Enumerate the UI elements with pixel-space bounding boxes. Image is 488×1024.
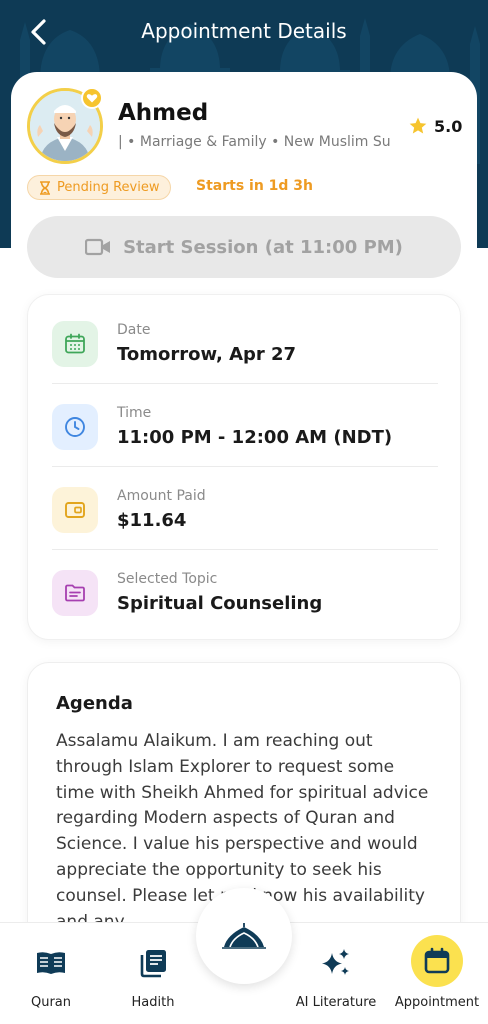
folder-icon: [52, 570, 98, 616]
detail-row-date: Date Tomorrow, Apr 27: [28, 295, 462, 378]
open-book-icon: [35, 943, 67, 983]
calendar-icon: [52, 321, 98, 367]
time-value: 11:00 PM - 12:00 AM (NDT): [117, 427, 393, 448]
nav-item-appointment[interactable]: Appointment: [388, 923, 486, 1024]
scholar-name: Ahmed: [118, 100, 209, 126]
star-icon: [409, 117, 427, 134]
sparkles-icon: [320, 943, 352, 983]
date-label: Date: [117, 322, 151, 338]
status-badge: Pending Review: [27, 175, 172, 200]
mosque-dome-icon: [222, 923, 266, 949]
starts-in-countdown: Starts in 1d 3h: [196, 178, 314, 194]
start-session-label: Start Session (at 11:00 PM): [123, 236, 403, 258]
clock-icon: [52, 404, 98, 450]
nav-item-hadith[interactable]: Hadith: [112, 923, 194, 1024]
time-label: Time: [117, 405, 152, 421]
status-text: Pending Review: [57, 180, 160, 195]
appointment-details-card: Date Tomorrow, Apr 27 Time 11:00 PM - 12…: [27, 294, 461, 640]
home-button[interactable]: [196, 888, 292, 984]
agenda-title: Agenda: [56, 693, 133, 714]
scholar-rating: 5.0: [408, 116, 462, 136]
calendar-icon: [411, 935, 463, 987]
books-icon: [138, 943, 168, 983]
detail-row-amount: Amount Paid $11.64: [28, 461, 462, 544]
amount-label: Amount Paid: [117, 488, 206, 504]
scholar-specialties: | • Marriage & Family • New Muslim Su: [118, 134, 391, 150]
appointment-card: Ahmed | • Marriage & Family • New Muslim…: [11, 72, 477, 952]
wallet-icon: [52, 487, 98, 533]
favorite-badge[interactable]: [81, 87, 103, 109]
nav-item-quran[interactable]: Quran: [10, 923, 92, 1024]
topic-label: Selected Topic: [117, 571, 218, 587]
detail-row-time: Time 11:00 PM - 12:00 AM (NDT): [28, 378, 462, 461]
nav-label-appointment: Appointment: [394, 995, 480, 1010]
page-title: Appointment Details: [141, 19, 347, 43]
amount-value: $11.64: [117, 510, 187, 531]
nav-label-hadith: Hadith: [131, 995, 175, 1010]
nav-label-ai-literature: AI Literature: [295, 995, 377, 1010]
hourglass-icon: [40, 180, 50, 195]
rating-value: 5.0: [434, 116, 463, 136]
topic-value: Spiritual Counseling: [117, 593, 323, 614]
heart-icon: [86, 94, 98, 103]
start-session-button[interactable]: Start Session (at 11:00 PM): [27, 216, 461, 278]
nav-item-ai-literature[interactable]: AI Literature: [290, 923, 382, 1024]
nav-label-quran: Quran: [30, 995, 72, 1010]
date-value: Tomorrow, Apr 27: [117, 344, 297, 365]
detail-row-topic: Selected Topic Spiritual Counseling: [28, 544, 462, 627]
top-bar: Appointment Details: [0, 0, 488, 64]
video-camera-icon: [85, 238, 111, 256]
